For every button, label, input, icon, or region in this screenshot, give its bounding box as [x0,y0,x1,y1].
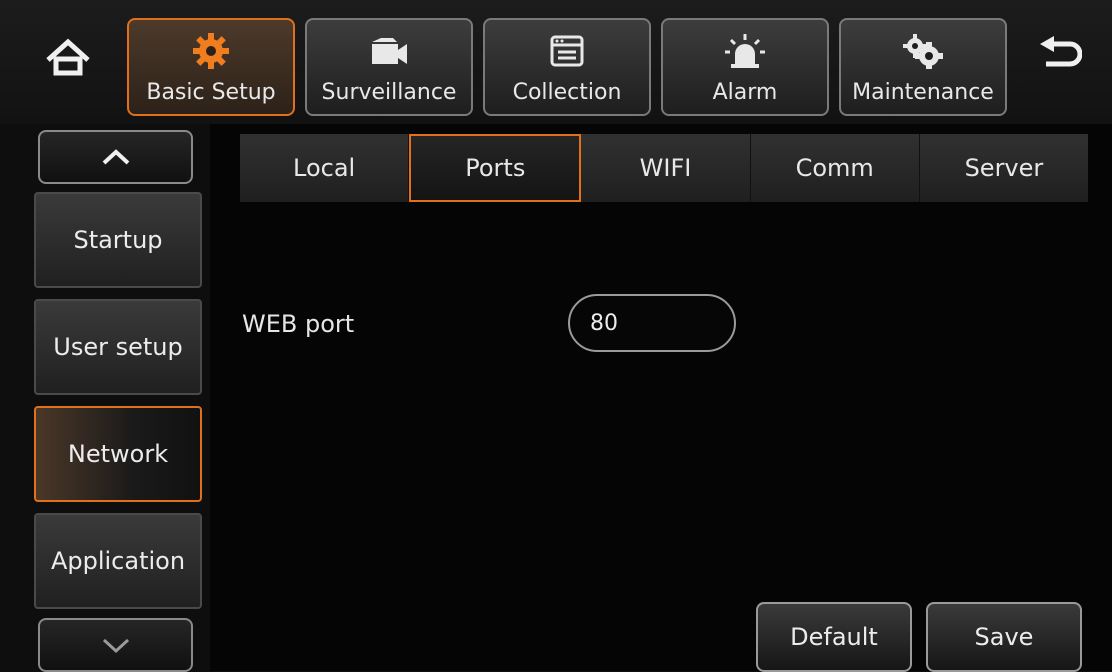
web-port-input[interactable] [568,294,736,352]
sidebar: Startup User setup Network Application [30,128,205,672]
tab-label: Server [964,154,1044,182]
back-arrow-icon [1040,36,1082,67]
web-port-label: WEB port [242,310,355,338]
sidebar-scroll-down-button[interactable] [38,618,193,672]
sidebar-item-label: Application [50,547,186,575]
default-button[interactable]: Default [756,602,912,672]
nav-tab-label: Basic Setup [146,80,276,105]
default-button-label: Default [790,623,878,651]
alarm-light-icon [725,34,765,68]
home-button[interactable] [38,28,98,88]
subtab-bar: Local Ports WIFI Comm Server [240,134,1089,202]
nav-tab-alarm[interactable]: Alarm [661,18,829,116]
main-content: Local Ports WIFI Comm Server WEB port De… [210,124,1112,672]
nav-tab-basic-setup[interactable]: Basic Setup [127,18,295,116]
nav-tab-collection[interactable]: Collection [483,18,651,116]
sidebar-item-startup[interactable]: Startup [34,192,202,288]
maintenance-gears-icon [903,34,943,69]
home-icon [46,38,90,76]
nav-tab-maintenance[interactable]: Maintenance [839,18,1007,116]
video-camera-icon [372,38,407,64]
nav-tab-label: Alarm [712,80,778,105]
nav-tab-label: Collection [512,80,622,105]
sidebar-scroll-up-button[interactable] [38,130,193,184]
tab-ports[interactable]: Ports [409,134,582,202]
gear-icon [193,33,229,69]
tab-wifi[interactable]: WIFI [581,134,751,202]
sidebar-item-label: Network [67,440,169,468]
chevron-down-icon [102,638,129,654]
window-icon [550,35,584,67]
sidebar-item-user-setup[interactable]: User setup [34,299,202,395]
tab-label: Local [293,154,356,182]
tab-comm[interactable]: Comm [750,134,920,202]
tab-local[interactable]: Local [240,134,410,202]
back-button[interactable] [1030,26,1090,86]
tab-label: Comm [795,154,874,182]
tab-label: Ports [465,154,526,182]
save-button-label: Save [974,623,1034,651]
chevron-up-icon [102,149,129,165]
sidebar-item-network[interactable]: Network [34,406,202,502]
sidebar-item-label: User setup [53,333,183,361]
top-nav-bar: Basic Setup Surveillance Collection Alar… [0,0,1112,124]
sidebar-item-application[interactable]: Application [34,513,202,609]
save-button[interactable]: Save [926,602,1082,672]
tab-label: WIFI [639,154,692,182]
tab-server[interactable]: Server [919,134,1089,202]
sidebar-item-label: Startup [73,226,163,254]
nav-tab-surveillance[interactable]: Surveillance [305,18,473,116]
nav-tab-label: Surveillance [321,80,457,105]
nav-tab-label: Maintenance [852,80,994,105]
